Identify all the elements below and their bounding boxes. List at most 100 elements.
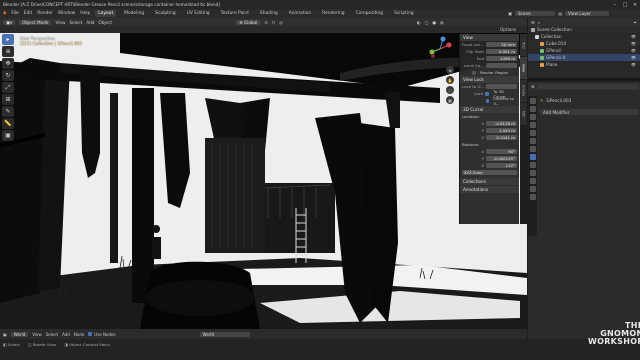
tab-compositing[interactable]: Compositing <box>353 10 387 17</box>
render-region-row[interactable]: Render Region <box>460 69 519 76</box>
shading-solid-icon[interactable]: ● <box>432 20 436 25</box>
loc-z-field[interactable]: 0.3441 m <box>486 135 517 140</box>
visibility-eye-icon[interactable]: 👁 <box>631 55 636 60</box>
view-layer-field[interactable]: View Layer <box>564 11 609 16</box>
pivot-icon[interactable]: ⊙ <box>264 20 268 25</box>
tab-sculpting[interactable]: Sculpting <box>152 10 179 17</box>
tool-props-icon[interactable] <box>529 98 536 104</box>
menu-window[interactable]: Window <box>58 11 75 16</box>
object-name[interactable]: GPencil.003 <box>547 98 572 103</box>
properties-editor-icon[interactable]: ⚙ <box>531 84 535 89</box>
outliner-row[interactable]: Cube.014 👁 <box>528 40 640 47</box>
annotate-tool-icon[interactable]: ✎ <box>2 106 14 117</box>
rotation-mode-dropdown[interactable]: XYZ Euler <box>462 170 517 175</box>
pan-hand-icon[interactable]: ✋ <box>446 76 454 84</box>
tab-modeling[interactable]: Modeling <box>121 10 147 17</box>
snap-icon[interactable]: ⊓ <box>272 20 275 25</box>
orientation-dropdown[interactable]: ⊕ Global <box>236 19 261 25</box>
menu-view-bottom[interactable]: View <box>32 332 42 337</box>
modifier-props-icon[interactable] <box>529 154 536 160</box>
tab-layout[interactable]: Layout <box>95 10 117 17</box>
xray-icon[interactable]: ▢ <box>424 20 428 25</box>
close-button[interactable]: × <box>630 2 640 8</box>
menu-render[interactable]: Render <box>37 11 53 16</box>
loc-x-field[interactable]: -0.8128 m <box>486 121 517 126</box>
scene-field[interactable]: Scene <box>514 11 555 16</box>
options-button[interactable]: Options <box>500 27 516 32</box>
maximize-button[interactable]: □ <box>620 2 630 8</box>
blender-logo-icon[interactable]: ◆ <box>3 11 6 16</box>
zoom-icon[interactable]: ⊕ <box>446 66 454 74</box>
menu-select-bottom[interactable]: Select <box>46 332 58 337</box>
menu-edit[interactable]: Edit <box>24 11 33 16</box>
world-props-icon[interactable] <box>529 138 536 144</box>
outliner-filter-icon[interactable]: ⏷ <box>634 20 637 25</box>
navigation-gizmo[interactable] <box>427 36 453 62</box>
world-type-dropdown[interactable]: World <box>10 331 29 337</box>
outliner-row[interactable]: GPencil 👁 <box>528 47 640 54</box>
tab-scripting[interactable]: Scripting <box>391 10 417 17</box>
tab-view[interactable]: View <box>520 57 527 79</box>
clip-start-field[interactable]: 0.001 m <box>486 49 517 54</box>
proportional-icon[interactable]: ◎ <box>279 20 283 25</box>
scale-tool-icon[interactable]: ⤢ <box>2 82 14 93</box>
visibility-eye-icon[interactable]: 👁 <box>631 34 636 39</box>
tab-create[interactable]: Create <box>520 80 527 102</box>
output-props-icon[interactable] <box>529 114 536 120</box>
menu-object[interactable]: Object <box>98 20 112 25</box>
mode-dropdown[interactable]: Object Mode <box>19 19 52 25</box>
effects-props-icon[interactable] <box>529 162 536 168</box>
overlay-icon[interactable]: ◐ <box>417 20 421 25</box>
visibility-eye-icon[interactable]: 👁 <box>631 62 636 67</box>
tab-edit[interactable]: Edit <box>520 103 527 125</box>
physics-props-icon[interactable] <box>529 170 536 176</box>
add-cube-tool-icon[interactable]: ▣ <box>2 130 14 141</box>
annotations-header[interactable]: Annotations <box>460 186 519 193</box>
rot-z-field[interactable]: 132° <box>486 163 517 168</box>
visibility-eye-icon[interactable]: 👁 <box>631 48 636 53</box>
clip-end-field[interactable]: 1498 m <box>486 56 517 61</box>
minimize-button[interactable]: – <box>610 2 620 8</box>
focal-length-field[interactable]: 50 mm <box>486 42 517 47</box>
camera-view-icon[interactable]: 🎥 <box>446 86 454 94</box>
menu-select[interactable]: Select <box>69 20 82 25</box>
view-panel-header[interactable]: View <box>460 34 519 41</box>
constraints-props-icon[interactable] <box>529 178 536 184</box>
view-lock-header[interactable]: View Lock <box>460 76 519 83</box>
3d-cursor-header[interactable]: 3D Cursor <box>460 106 519 113</box>
outliner-search-icon[interactable]: ⌕ <box>538 20 540 25</box>
material-props-icon[interactable] <box>529 194 536 200</box>
menu-help[interactable]: Help <box>80 11 90 16</box>
cursor-tool-icon[interactable]: ⊕ <box>2 46 14 57</box>
to-cursor-checkbox[interactable] <box>485 91 490 96</box>
outliner-row[interactable]: Collection 👁 <box>528 33 640 40</box>
menu-file[interactable]: File <box>11 11 18 16</box>
properties-search[interactable] <box>537 83 637 89</box>
menu-add-bottom[interactable]: Add <box>62 332 70 337</box>
use-nodes-checkbox[interactable] <box>88 331 93 336</box>
grid-view-icon[interactable]: ▦ <box>446 96 454 104</box>
render-region-checkbox[interactable] <box>472 70 476 75</box>
menu-add[interactable]: Add <box>86 20 94 25</box>
editor-type-dropdown[interactable]: ▣▾ <box>3 19 16 25</box>
tab-rendering[interactable]: Rendering <box>319 10 347 17</box>
world-datablock-field[interactable]: World <box>199 331 250 337</box>
rot-y-field[interactable]: -0.000155° <box>486 156 517 161</box>
tab-shading[interactable]: Shading <box>257 10 281 17</box>
visibility-eye-icon[interactable]: 👁 <box>631 41 636 46</box>
view-layer-props-icon[interactable] <box>529 122 536 128</box>
outliner-row[interactable]: Plane 👁 <box>528 61 640 68</box>
move-tool-icon[interactable]: ✥ <box>2 58 14 69</box>
use-nodes-toggle[interactable]: Use Nodes <box>88 331 116 337</box>
camera-to-view-checkbox[interactable] <box>486 98 490 103</box>
loc-y-field[interactable]: 1.053 m <box>486 128 517 133</box>
editor-type-icon[interactable]: ▣ <box>3 332 7 337</box>
menu-node-bottom[interactable]: Node <box>74 332 84 337</box>
tab-animation[interactable]: Animation <box>286 10 314 17</box>
scene-props-icon[interactable] <box>529 130 536 136</box>
shading-material-icon[interactable]: ◍ <box>440 20 444 25</box>
tab-texture-paint[interactable]: Texture Paint <box>218 10 252 17</box>
select-box-tool-icon[interactable]: ▸ <box>2 34 14 45</box>
rot-x-field[interactable]: 90° <box>486 149 517 154</box>
add-modifier-dropdown[interactable]: Add Modifier <box>540 109 638 115</box>
